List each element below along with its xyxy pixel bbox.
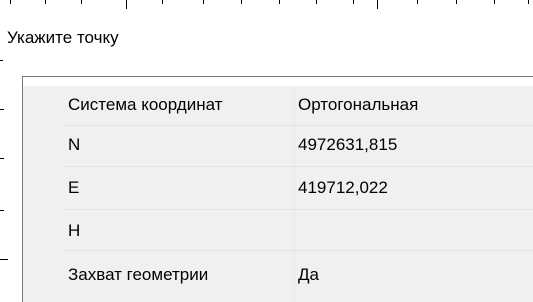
property-grid: Система координат Ортогональная N 497263… xyxy=(23,86,533,302)
property-name: Захват геометрии xyxy=(68,265,209,284)
command-prompt: Укажите точку xyxy=(7,28,119,47)
ruler-tick xyxy=(494,0,495,4)
row-divider xyxy=(63,209,533,210)
property-value[interactable]: 419712,022 xyxy=(298,169,533,206)
property-value[interactable]: Ортогональная xyxy=(298,86,533,123)
ruler-tick xyxy=(81,0,82,4)
property-value[interactable]: Да xyxy=(298,256,533,293)
property-value[interactable]: 4972631,815 xyxy=(298,126,533,163)
ruler-tick xyxy=(203,0,204,4)
ruler-tick xyxy=(377,0,378,9)
ruler-tick xyxy=(45,0,46,4)
property-name: E xyxy=(68,178,80,197)
ruler-tick xyxy=(417,0,418,4)
ruler xyxy=(0,0,533,22)
ruler-tick xyxy=(456,0,457,4)
property-row-h[interactable]: H xyxy=(23,212,533,249)
property-row-coordinate-system[interactable]: Система координат Ортогональная xyxy=(23,86,533,123)
property-name: Система координат xyxy=(68,95,223,114)
property-row-snap-geometry[interactable]: Захват геометрии Да xyxy=(23,256,533,293)
properties-panel: Система координат Ортогональная N 497263… xyxy=(22,76,533,302)
ruler-tick xyxy=(528,0,529,4)
left-ruler-tick xyxy=(0,259,8,260)
row-divider xyxy=(63,166,533,167)
row-divider xyxy=(63,250,533,251)
ruler-tick xyxy=(316,0,317,4)
left-ruler-tick xyxy=(0,109,4,110)
property-name: H xyxy=(68,221,81,240)
ruler-tick xyxy=(162,0,163,4)
property-value[interactable] xyxy=(298,212,533,249)
left-ruler-tick xyxy=(0,158,4,159)
ruler-tick xyxy=(279,0,280,4)
left-ruler-tick xyxy=(0,210,4,211)
left-ruler-tick xyxy=(0,60,3,61)
property-name: N xyxy=(68,135,81,154)
ruler-tick xyxy=(353,0,354,4)
property-row-n[interactable]: N 4972631,815 xyxy=(23,126,533,163)
ruler-tick xyxy=(241,0,242,4)
ruler-tick xyxy=(10,0,11,4)
ruler-tick xyxy=(126,0,127,9)
property-row-e[interactable]: E 419712,022 xyxy=(23,169,533,206)
